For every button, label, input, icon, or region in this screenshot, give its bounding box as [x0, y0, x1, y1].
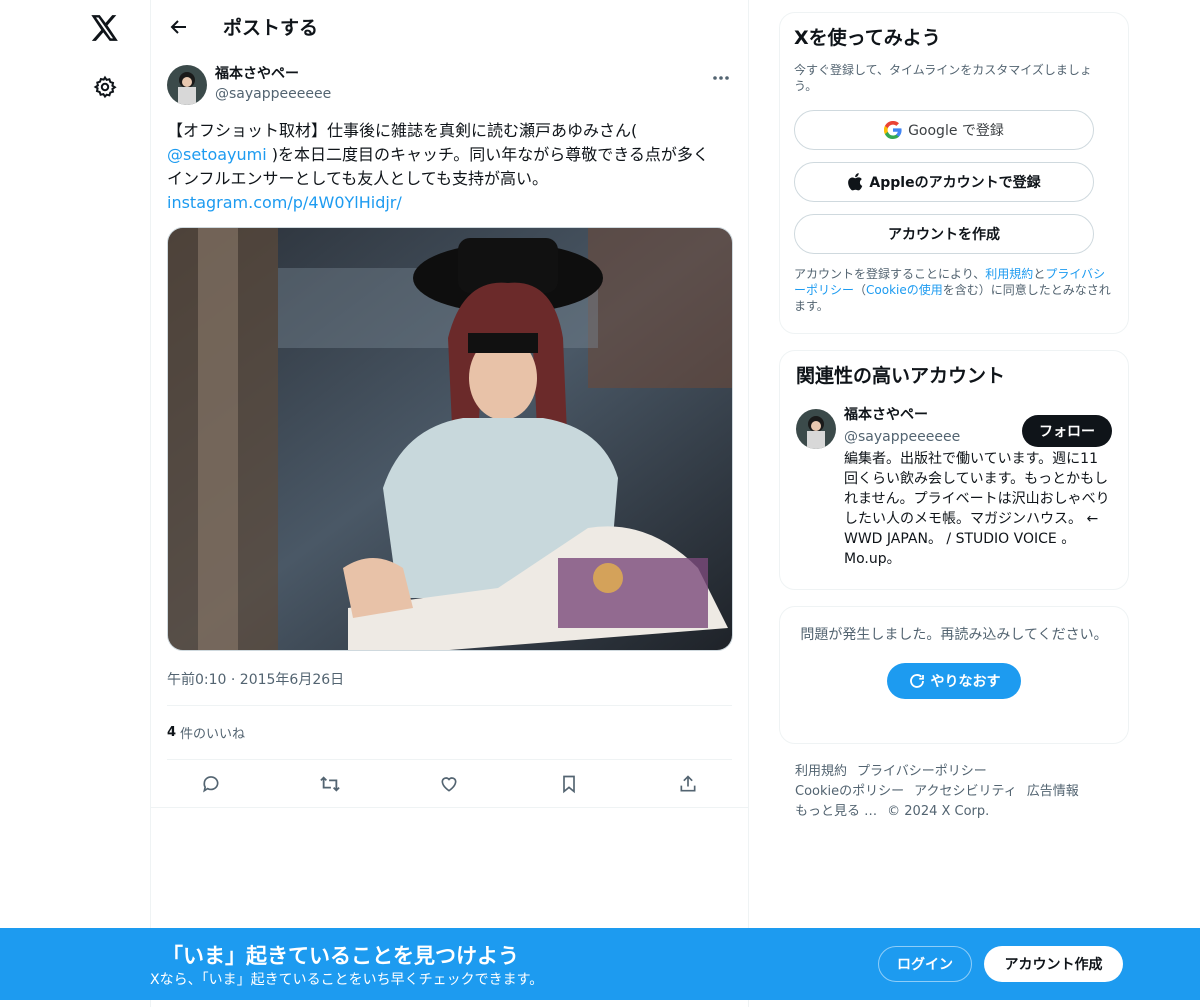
google-icon — [884, 121, 902, 139]
signup-subtitle: 今すぐ登録して、タイムラインをカスタマイズしましょう。 — [794, 63, 1092, 93]
gear-icon[interactable] — [88, 70, 122, 104]
apple-icon — [848, 173, 863, 191]
tweet-author: 福本さやペー @sayappeeeeee — [151, 53, 748, 109]
tweet-photo[interactable] — [167, 227, 733, 651]
footer-ads[interactable]: 広告情報 — [1027, 784, 1079, 799]
footer-cookie[interactable]: Cookieのポリシー — [795, 784, 904, 799]
banner-subtitle: Xなら、「いま」起きていることをいち早くチェックできます。 — [150, 972, 544, 988]
tweet-timestamp[interactable]: 午前0:10 · 2015年6月26日 — [151, 651, 748, 705]
google-signup-label: Google で登録 — [908, 123, 1004, 139]
apple-signup-button[interactable]: Appleのアカウントで登録 — [794, 162, 1094, 202]
apple-signup-label: Appleのアカウントで登録 — [869, 175, 1041, 191]
instagram-link[interactable]: instagram.com/p/4W0YlHidjr/ — [167, 191, 732, 215]
app-root: ポストする 福本さやペー @sayappeeeeee 【オフショット取材】仕事後… — [0, 0, 1200, 1007]
tweet-text-line: インフルエンサーとしても友人としても支持が高い。 — [167, 169, 548, 188]
banner-title: 「いま」起きていることを見つけよう — [162, 944, 519, 968]
x-logo-icon[interactable] — [86, 9, 124, 47]
reply-icon[interactable] — [194, 767, 228, 801]
error-card: 問題が発生しました。再読み込みしてください。 やりなおす — [779, 606, 1129, 744]
login-banner: 「いま」起きていることを見つけよう Xなら、「いま」起きていることをいち早くチェ… — [0, 928, 1200, 1000]
page-header: ポストする — [151, 0, 748, 53]
more-options-icon[interactable] — [708, 65, 734, 91]
google-signup-button[interactable]: Google で登録 — [794, 110, 1094, 150]
retweet-icon[interactable] — [313, 767, 347, 801]
bookmark-icon[interactable] — [552, 767, 586, 801]
footer-links: 利用規約 プライバシーポリシー Cookieのポリシー アクセシビリティ 広告情報 も… — [779, 762, 1129, 822]
tweet-text: 【オフショット取材】仕事後に雑誌を真剣に読む瀬戸あゆみさん( @setoayum… — [151, 109, 748, 215]
legal-notice: アカウントを登録することにより、利用規約とプライバシーポリシー（Cookieの使… — [794, 267, 1111, 313]
avatar[interactable] — [796, 409, 836, 449]
refresh-icon — [909, 674, 924, 688]
avatar[interactable] — [167, 65, 207, 105]
tweet-actions — [151, 760, 748, 808]
footer-accessibility[interactable]: アクセシビリティ — [914, 784, 1017, 799]
login-button[interactable]: ログイン — [878, 946, 972, 982]
tweet-text-line: )を本日二度目のキャッチ。同い年ながら尊敬できる点が多く — [266, 145, 709, 164]
related-account[interactable]: 福本さやペー @sayappeeeeee 編集者。出版社で働いています。週に11… — [796, 407, 1112, 569]
retry-button[interactable]: やりなおす — [887, 663, 1021, 699]
likes-count[interactable]: 4 件のいいね — [151, 706, 748, 759]
related-title: 関連性の高いアカウント — [796, 365, 1006, 387]
like-heart-icon[interactable] — [432, 767, 466, 801]
retry-label: やりなおす — [930, 674, 1001, 690]
footer-more[interactable]: もっと見る … — [795, 804, 877, 819]
footer-privacy[interactable]: プライバシーポリシー — [857, 764, 987, 779]
signup-button[interactable]: アカウント作成 — [984, 946, 1123, 982]
follow-button[interactable]: フォロー — [1022, 415, 1112, 447]
cookie-link[interactable]: Cookieの使用 — [866, 283, 943, 297]
related-accounts-card: 関連性の高いアカウント 福本さやペー @sayappeeeeee 編集者。出版社… — [779, 350, 1129, 590]
footer-copyright: © 2024 X Corp. — [887, 804, 990, 819]
terms-link[interactable]: 利用規約 — [985, 267, 1033, 281]
tweet-text-line: 【オフショット取材】仕事後に雑誌を真剣に読む瀬戸あゆみさん( — [167, 121, 638, 140]
page-title: ポストする — [223, 17, 319, 39]
author-handle[interactable]: @sayappeeeeee — [215, 84, 331, 104]
related-bio: 編集者。出版社で働いています。週に11回くらい飲み会しています。もっとかもしれま… — [844, 451, 1110, 567]
mention-link[interactable]: @setoayumi — [167, 145, 267, 164]
signup-card: Xを使ってみよう 今すぐ登録して、タイムラインをカスタマイズしましょう。 Goo… — [779, 12, 1129, 334]
right-sidebar: Xを使ってみよう 今すぐ登録して、タイムラインをカスタマイズしましょう。 Goo… — [779, 12, 1129, 822]
main-column: ポストする 福本さやペー @sayappeeeeee 【オフショット取材】仕事後… — [150, 0, 749, 1007]
share-icon[interactable] — [671, 767, 705, 801]
error-message: 問題が発生しました。再読み込みしてください。 — [800, 627, 1108, 643]
left-nav — [0, 0, 150, 1007]
create-account-button[interactable]: アカウントを作成 — [794, 214, 1094, 254]
back-arrow-icon[interactable] — [161, 9, 197, 45]
footer-terms[interactable]: 利用規約 — [795, 764, 847, 779]
signup-title: Xを使ってみよう — [794, 27, 941, 49]
author-name[interactable]: 福本さやペー — [215, 65, 331, 84]
